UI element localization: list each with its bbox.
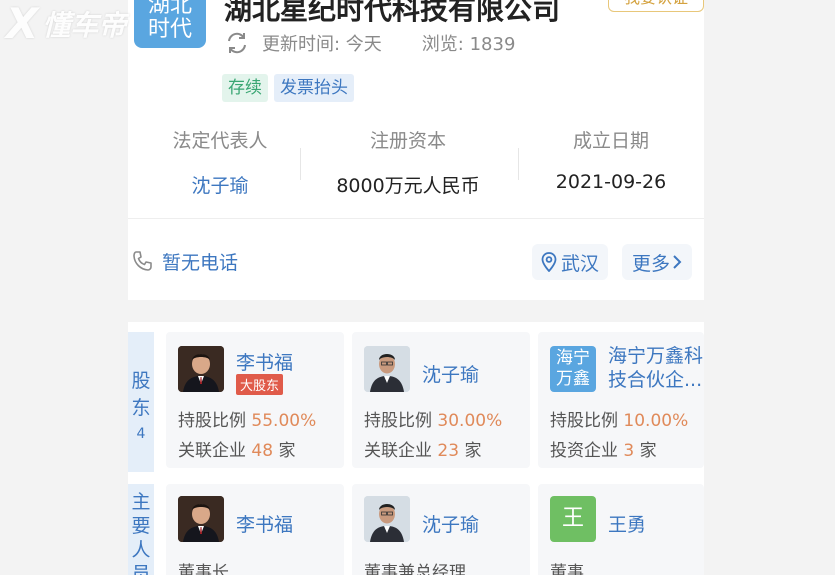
- capital-label: 注册资本: [369, 130, 446, 152]
- shareholder-name-line1: 海宁万鑫科: [608, 345, 704, 367]
- basic-info: 法定代表人 沈子瑜 注册资本 8000万元人民币 成立日期 2021-09-26: [128, 126, 704, 206]
- view-count: 浏览: 1839: [421, 34, 516, 55]
- company-logo: 湖北 时代: [134, 0, 206, 48]
- capital-value: 8000万元人民币: [336, 175, 480, 197]
- more-label: 更多: [631, 252, 670, 275]
- people-card: 股 东 4 李书福 大股东 持股比例 55.00% 关联企业 48 家 沈子瑜 …: [128, 322, 704, 575]
- meta-row: 更新时间: 今天 浏览: 1839: [224, 30, 515, 56]
- holding-ratio-value: 10.00%: [623, 411, 689, 431]
- capital-col: 注册资本 8000万元人民币: [318, 126, 498, 198]
- watermark-logo: X: [6, 0, 39, 48]
- tab-key-personnel[interactable]: 主 要 人 员: [128, 484, 154, 575]
- investments-label: 投资企业: [550, 441, 624, 461]
- related-label: 关联企业: [178, 441, 252, 461]
- divider: [128, 218, 704, 219]
- company-avatar: 海宁 万鑫: [550, 346, 596, 392]
- shareholder-name[interactable]: 沈子瑜: [422, 360, 479, 387]
- status-tags: 存续 发票抬头: [222, 74, 354, 102]
- staff-name[interactable]: 沈子瑜: [422, 510, 479, 537]
- refresh-icon[interactable]: [224, 30, 250, 56]
- shareholder-name-line2: 技合伙企...: [608, 369, 703, 391]
- company-name: 湖北星纪时代科技有限公司: [224, 0, 561, 26]
- watermark-text: 懂车帝: [42, 9, 127, 42]
- status-badge: 存续: [222, 74, 268, 102]
- divider: [300, 148, 301, 180]
- staff-role: 董事兼总经理: [364, 563, 466, 575]
- company-logo-line2: 时代: [147, 16, 192, 42]
- legal-rep-col: 法定代表人 沈子瑜: [154, 126, 286, 198]
- location-button[interactable]: 武汉: [532, 244, 608, 280]
- update-time: 更新时间: 今天: [262, 34, 382, 55]
- tab-staff-char4: 员: [131, 563, 151, 575]
- holding-ratio-label: 持股比例: [364, 411, 438, 431]
- watermark: X 懂车帝: [6, 0, 126, 48]
- staff-role: 董事长: [178, 563, 229, 575]
- investments-unit: 家: [634, 441, 657, 461]
- founded-label: 成立日期: [572, 130, 649, 152]
- related-label: 关联企业: [364, 441, 438, 461]
- company-avatar-line2: 万鑫: [556, 369, 590, 389]
- tab-staff-char2: 要: [131, 515, 151, 537]
- avatar: [178, 496, 224, 542]
- section-gap: [128, 300, 704, 322]
- shareholder-name[interactable]: 李书福: [236, 348, 293, 375]
- founded-col: 成立日期 2021-09-26: [538, 126, 684, 193]
- staff-role: 董事: [550, 563, 584, 575]
- tab-shareholders[interactable]: 股 东 4: [128, 332, 154, 472]
- shareholder-card[interactable]: 李书福 大股东 持股比例 55.00% 关联企业 48 家: [166, 332, 344, 468]
- holding-ratio-value: 30.00%: [437, 411, 503, 431]
- investments-count: 3: [623, 441, 635, 461]
- staff-card[interactable]: 李书福 董事长: [166, 484, 344, 575]
- related-companies: 关联企业 23 家: [364, 436, 481, 461]
- tab-shareholders-char1: 股: [131, 370, 151, 392]
- more-button[interactable]: 更多: [622, 244, 692, 280]
- location-pin-icon: [541, 252, 557, 272]
- chevron-right-icon: [673, 255, 682, 269]
- staff-card[interactable]: 王 王勇 董事: [538, 484, 704, 575]
- staff-name[interactable]: 李书福: [236, 510, 293, 537]
- shareholder-name[interactable]: 海宁万鑫科 技合伙企...: [608, 344, 703, 392]
- tab-staff-char1: 主: [131, 491, 151, 513]
- holding-ratio: 持股比例 30.00%: [364, 406, 502, 431]
- major-shareholder-badge: 大股东: [236, 374, 284, 395]
- claim-button[interactable]: 我要认证: [608, 0, 704, 12]
- related-unit: 家: [459, 441, 482, 461]
- holding-ratio-value: 55.00%: [251, 411, 317, 431]
- invoice-title-tag[interactable]: 发票抬头: [274, 74, 354, 102]
- avatar: [178, 346, 224, 392]
- tab-shareholders-char2: 东: [131, 397, 151, 419]
- holding-ratio: 持股比例 55.00%: [178, 406, 316, 431]
- related-companies: 关联企业 48 家: [178, 436, 295, 461]
- phone-value: 暂无电话: [162, 252, 239, 274]
- legal-rep-label: 法定代表人: [172, 130, 268, 152]
- divider: [518, 148, 519, 180]
- founded-value: 2021-09-26: [555, 171, 667, 193]
- related-count: 23: [437, 441, 460, 461]
- holding-ratio-label: 持股比例: [178, 411, 252, 431]
- avatar: [364, 496, 410, 542]
- company-profile-page: X 懂车帝 湖北 时代 湖北星纪时代科技有限公司 我要认证 更新时间: 今天 浏…: [0, 0, 835, 575]
- phone-icon: [133, 251, 152, 271]
- shareholder-card[interactable]: 海宁 万鑫 海宁万鑫科 技合伙企... 持股比例 10.00% 投资企业 3 家: [538, 332, 704, 468]
- shareholder-card[interactable]: 沈子瑜 持股比例 30.00% 关联企业 23 家: [352, 332, 530, 468]
- investments: 投资企业 3 家: [550, 436, 657, 461]
- company-avatar-line1: 海宁: [556, 348, 590, 368]
- company-logo-line1: 湖北: [147, 0, 192, 18]
- company-header-card: 湖北 时代 湖北星纪时代科技有限公司 我要认证 更新时间: 今天 浏览: 183…: [128, 0, 704, 300]
- contact-row: 暂无电话 武汉 更多: [128, 244, 704, 280]
- legal-rep-value[interactable]: 沈子瑜: [154, 171, 286, 198]
- staff-name[interactable]: 王勇: [608, 510, 646, 537]
- location-label: 武汉: [560, 252, 599, 275]
- holding-ratio: 持股比例 10.00%: [550, 406, 688, 431]
- tab-staff-char3: 人: [131, 539, 151, 561]
- avatar: 王: [550, 496, 596, 542]
- related-count: 48: [251, 441, 274, 461]
- shareholder-count: 4: [136, 426, 146, 442]
- related-unit: 家: [273, 441, 296, 461]
- avatar: [364, 346, 410, 392]
- staff-card[interactable]: 沈子瑜 董事兼总经理: [352, 484, 530, 575]
- holding-ratio-label: 持股比例: [550, 411, 624, 431]
